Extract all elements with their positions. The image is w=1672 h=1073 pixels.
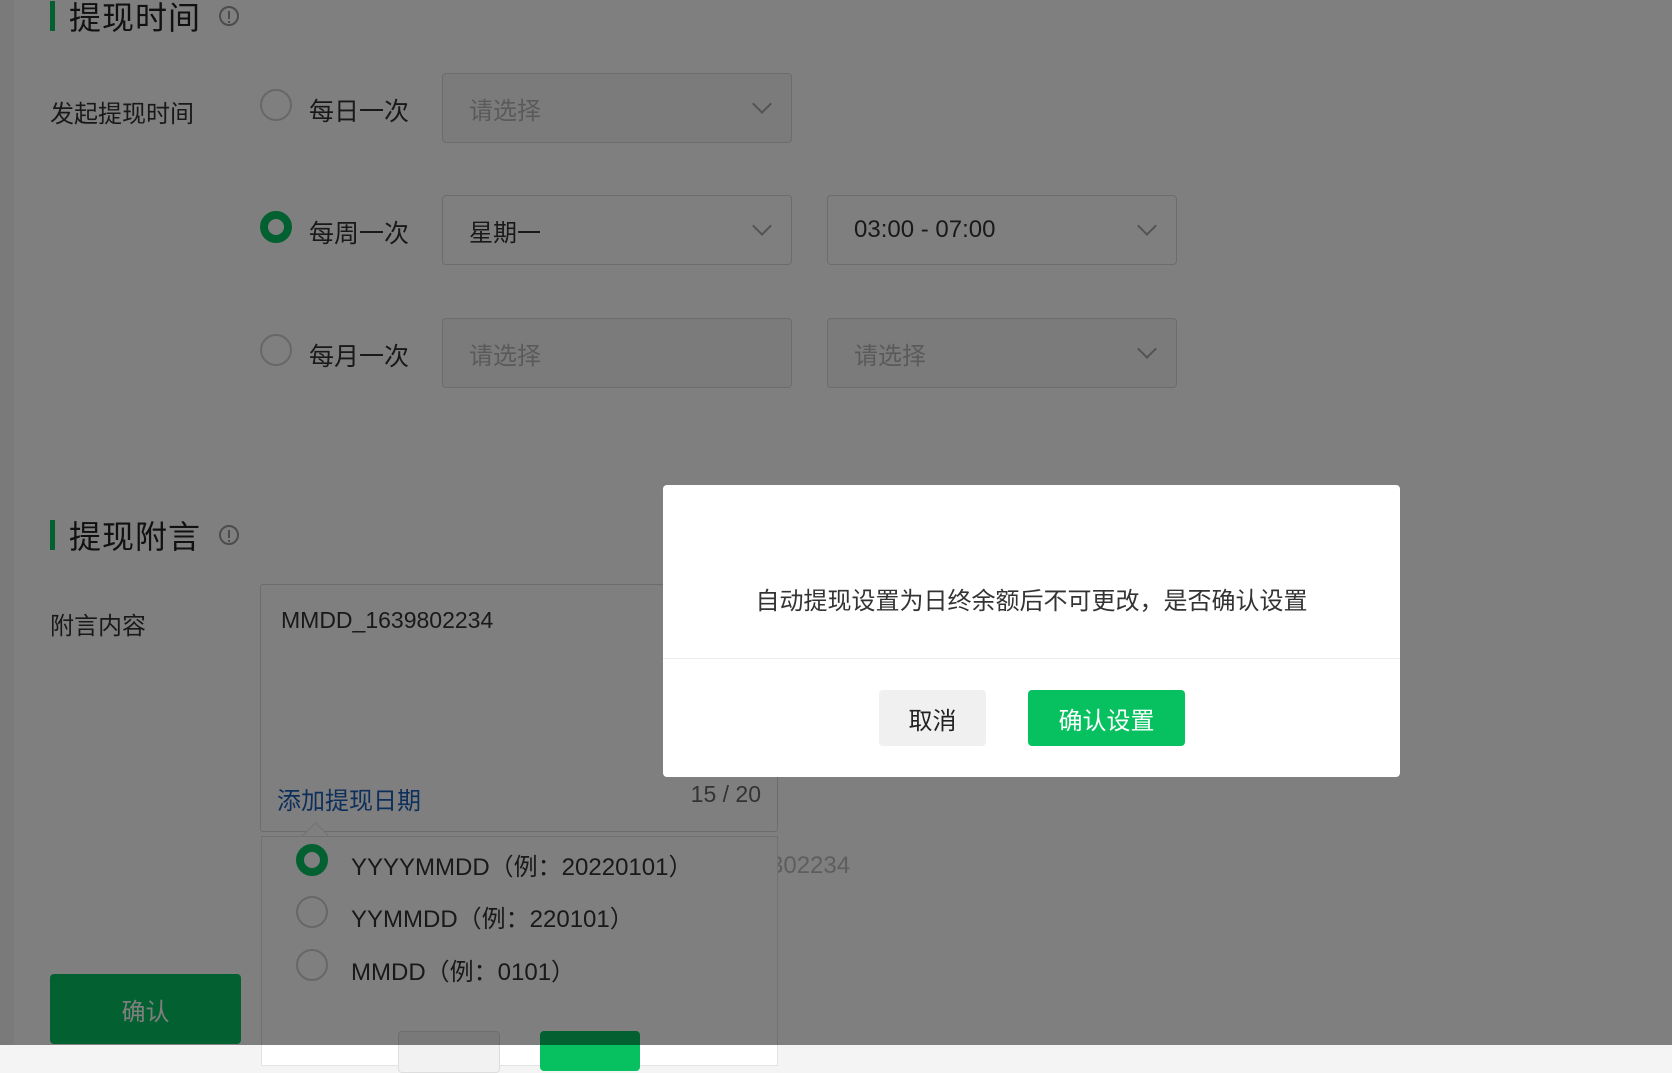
- dialog-divider: [663, 658, 1400, 659]
- dialog-message: 自动提现设置为日终余额后不可更改，是否确认设置: [755, 588, 1308, 615]
- dialog-confirm-label: 确认设置: [1058, 707, 1155, 735]
- dialog-cancel-label: 取消: [908, 707, 957, 735]
- dialog-cancel-button[interactable]: 取消: [879, 690, 986, 746]
- dialog-confirm-button[interactable]: 确认设置: [1028, 690, 1185, 746]
- confirm-dialog: 自动提现设置为日终余额后不可更改，是否确认设置 取消 确认设置: [663, 485, 1400, 777]
